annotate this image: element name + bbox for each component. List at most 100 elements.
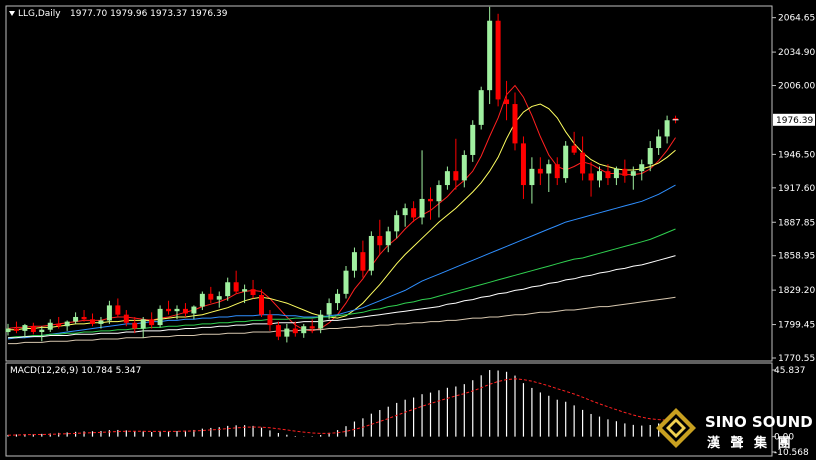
candle-body (267, 314, 273, 326)
candle-body (174, 308, 180, 312)
candle-body (39, 329, 45, 333)
candle-body (301, 326, 307, 334)
price-tick-label: 1887.85 (778, 218, 815, 228)
candle-body (242, 289, 248, 292)
candle-bearish (495, 13, 501, 107)
candle-body (487, 20, 493, 91)
candle-bullish (478, 86, 484, 130)
candle-body (106, 305, 112, 321)
candle-body (73, 316, 79, 322)
candle-body (225, 282, 231, 297)
macd-tick-label: 45.837 (774, 366, 806, 376)
candle-body (385, 231, 391, 246)
candle-body (529, 168, 535, 186)
candle-body (284, 328, 290, 337)
candle-body (537, 168, 543, 174)
candle-body (411, 208, 417, 218)
price-tick-label: 2064.65 (778, 14, 815, 24)
price-tick-label: 1799.45 (778, 321, 815, 331)
price-tick-label: 1770.55 (778, 354, 815, 364)
candle-bullish (343, 266, 349, 299)
candle-body (622, 168, 628, 176)
price-tick-label: 2034.90 (778, 48, 815, 58)
trading-chart[interactable]: LLG,Daily 1977.70 1979.96 1973.37 1976.3… (0, 0, 816, 460)
candle-body (166, 308, 172, 312)
candle-body (664, 120, 670, 137)
candle-body (149, 319, 155, 326)
candle-body (275, 325, 281, 337)
price-tick-label: 1946.50 (778, 150, 815, 160)
candle-body (647, 148, 653, 165)
logo-text-cn: 漢 聲 集 團 (707, 435, 794, 451)
candle-body (208, 293, 214, 300)
candle-body (444, 171, 450, 186)
candle-body (199, 293, 205, 307)
candle-body (478, 90, 484, 125)
candle-body (563, 145, 569, 179)
candle-body (64, 321, 70, 327)
candle-body (90, 319, 95, 324)
last-price-label: 1976.39 (776, 116, 813, 126)
candle-body (613, 168, 619, 179)
candle-body (402, 208, 408, 216)
candle-body (470, 124, 476, 155)
candle-body (132, 322, 138, 329)
price-tick-label: 2006.00 (778, 82, 815, 92)
candle-body (546, 164, 552, 174)
candle-body (13, 328, 19, 331)
candle-body (157, 308, 163, 326)
price-tick-label: 1917.60 (778, 184, 815, 194)
candle-body (461, 154, 467, 181)
candle-body (182, 308, 188, 314)
chart-background (0, 0, 816, 460)
price-tick-label: 1858.95 (778, 252, 815, 262)
candle-body (436, 185, 442, 202)
candle-bullish (487, 6, 493, 105)
candle-body (554, 164, 560, 179)
candle-bullish (368, 231, 374, 276)
candle-body (520, 143, 526, 186)
candle-body (453, 171, 459, 181)
candle-body (368, 235, 374, 271)
candle-body (250, 289, 256, 295)
candle-body (394, 215, 400, 232)
candle-body (512, 104, 518, 144)
candle-body (351, 252, 357, 271)
candle-body (419, 198, 425, 218)
candle-body (377, 235, 383, 246)
candle-bullish (563, 141, 569, 183)
logo-text-en: SINO SOUND (705, 413, 813, 431)
candle-body (335, 293, 341, 304)
ohlc-readout: 1977.70 1979.96 1973.37 1976.39 (70, 9, 228, 19)
candle-body (630, 171, 636, 176)
candle-body (22, 325, 28, 331)
candle-body (123, 314, 129, 323)
candle-body (98, 320, 104, 324)
symbol-header: LLG,Daily 1977.70 1979.96 1973.37 1976.3… (9, 9, 228, 19)
candle-body (571, 145, 577, 153)
candle-body (140, 319, 146, 329)
candle-body (588, 173, 594, 181)
candle-body (580, 152, 586, 174)
price-tick-label: 1829.20 (778, 286, 815, 296)
candle-body (326, 303, 332, 315)
candle-body (216, 296, 222, 300)
candle-body (504, 99, 510, 105)
candle-body (309, 326, 315, 329)
candle-body (233, 282, 239, 292)
candle-body (597, 171, 602, 181)
candle-body (318, 314, 324, 329)
candle-body (360, 252, 366, 271)
candle-body (259, 294, 264, 315)
candle-body (47, 322, 53, 330)
candle-body (428, 198, 433, 202)
candle-body (495, 20, 501, 100)
symbol-label: LLG,Daily (18, 9, 61, 19)
candle-body (191, 306, 197, 314)
candle-body (605, 171, 611, 179)
candle-body (56, 323, 62, 327)
candle-body (639, 164, 645, 172)
candle-body (30, 326, 36, 333)
macd-label: MACD(12,26,9) 10.784 5.347 (10, 366, 141, 376)
candle-body (81, 316, 87, 320)
